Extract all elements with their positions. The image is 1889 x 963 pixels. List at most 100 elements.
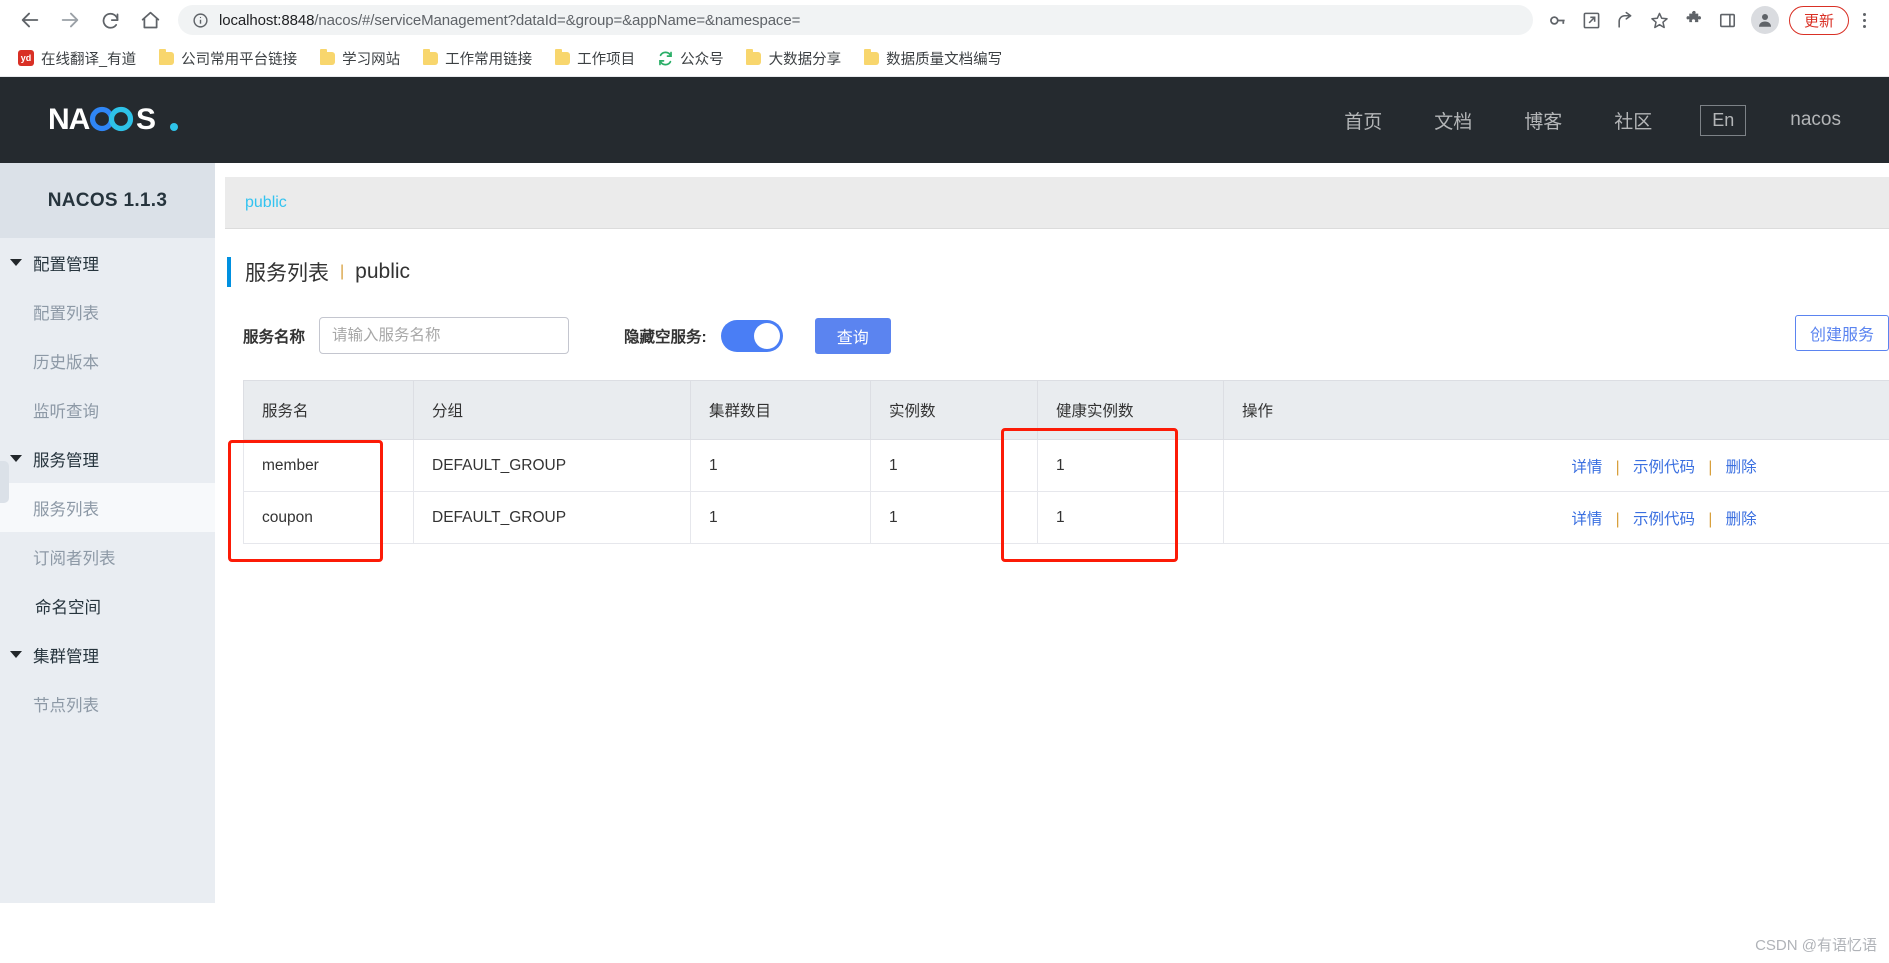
nav-item-community[interactable]: 社区 [1614,107,1652,134]
sidebar-item-config-list[interactable]: 配置列表 [0,287,215,336]
bookmark-star-icon[interactable] [1643,3,1677,37]
bookmark-item[interactable]: 工作常用链接 [414,45,540,72]
cell-healthy-instance-count: 1 [1037,491,1224,544]
svg-text:NA: NA [48,103,90,136]
chevron-down-icon [10,259,22,266]
sidebar-group-label: 服务管理 [33,451,99,470]
nav-item-blog[interactable]: 博客 [1524,107,1562,134]
nav-item-home[interactable]: 首页 [1344,107,1382,134]
bookmark-label: 在线翻译_有道 [41,51,137,68]
sidebar-collapse-handle[interactable] [0,461,9,503]
column-header-service-name: 服务名 [243,380,414,440]
cell-service-name: coupon [243,491,414,544]
bookmark-label: 大数据分享 [768,51,842,68]
cell-instance-count: 1 [870,491,1038,544]
cell-operations: 详情 | 示例代码 | 删除 [1223,439,1889,492]
table-row: member DEFAULT_GROUP 1 1 1 详情 | 示例代码 | 删… [243,439,1889,492]
column-header-instance-count: 实例数 [870,380,1038,440]
nacos-logo[interactable]: NA S [48,102,194,138]
sidebar-group-label: 命名空间 [35,598,101,617]
back-arrow-icon[interactable] [10,0,50,40]
bookmark-item[interactable]: 公司常用平台链接 [150,45,305,72]
language-switch-button[interactable]: En [1700,104,1747,136]
nacos-top-header: NA S 首页 文档 博客 社区 En nacos [0,77,1889,163]
site-info-icon[interactable] [192,12,209,29]
detail-link[interactable]: 详情 [1571,459,1602,476]
forward-arrow-icon[interactable] [50,0,90,40]
bookmark-item[interactable]: 工作项目 [546,45,643,72]
sidebar-item-label: 监听查询 [33,402,99,421]
cell-cluster-count: 1 [690,491,871,544]
sidebar-item-node-list[interactable]: 节点列表 [0,679,215,728]
sidebar-group-config-management[interactable]: 配置管理 [0,238,215,287]
query-button[interactable]: 查询 [814,317,891,354]
password-key-icon[interactable] [1541,3,1575,37]
bookmark-item[interactable]: yd 在线翻译_有道 [10,45,144,72]
namespace-tabbar: public [225,177,1889,229]
sidebar-item-label: 节点列表 [33,696,99,715]
main-content: public 服务列表 | public 服务名称 隐藏空服务: 查询 创建服务 [215,163,1889,903]
sample-code-link[interactable]: 示例代码 [1633,459,1695,476]
bookmarks-bar: yd 在线翻译_有道 公司常用平台链接 学习网站 工作常用链接 工作项目 公众号… [0,40,1889,77]
folder-icon [158,48,174,66]
title-accent-bar [227,257,231,287]
hide-empty-service-toggle[interactable] [720,319,783,352]
sidebar-item-subscriber-list[interactable]: 订阅者列表 [0,532,215,581]
column-header-healthy-instance-count: 健康实例数 [1037,380,1224,440]
side-panel-icon[interactable] [1711,3,1745,37]
reload-icon[interactable] [90,0,130,40]
bookmark-item[interactable]: 大数据分享 [738,45,850,72]
sidebar-item-label: 配置列表 [33,304,99,323]
app-body: NACOS 1.1.3 配置管理 配置列表 历史版本 监听查询 服务管理 服务列… [0,163,1889,903]
namespace-tab-public[interactable]: public [225,194,307,212]
sidebar-item-namespace[interactable]: 命名空间 [0,581,215,630]
sidebar-group-service-management[interactable]: 服务管理 [0,434,215,483]
sidebar-group-label: 配置管理 [33,255,99,274]
wechat-icon [657,50,673,66]
user-menu[interactable]: nacos [1790,109,1841,131]
bookmark-item[interactable]: 学习网站 [311,45,408,72]
sample-code-link[interactable]: 示例代码 [1633,511,1695,528]
detail-link[interactable]: 详情 [1571,511,1602,528]
open-external-icon[interactable] [1575,3,1609,37]
table-header-row: 服务名 分组 集群数目 实例数 健康实例数 操作 [243,380,1889,440]
top-nav: 首页 文档 博客 社区 En nacos [1318,104,1889,136]
share-icon[interactable] [1609,3,1643,37]
browser-toolbar: localhost:8848/nacos/#/serviceManagement… [0,0,1889,40]
avatar[interactable] [1750,6,1779,34]
action-separator: | [1615,510,1620,528]
title-separator: | [340,263,345,280]
update-button[interactable]: 更新 [1788,5,1849,35]
nav-item-docs[interactable]: 文档 [1434,107,1472,134]
cell-cluster-count: 1 [690,439,871,492]
folder-icon [746,48,762,66]
sidebar-item-listener-query[interactable]: 监听查询 [0,385,215,434]
page-title-namespace: public [355,260,411,283]
search-input[interactable] [319,317,570,354]
toggle-knob [753,322,780,349]
chevron-down-icon [10,455,22,462]
action-separator: | [1708,458,1713,476]
sidebar-version: NACOS 1.1.3 [0,163,215,238]
folder-icon [863,48,879,66]
browser-menu-icon[interactable] [1849,12,1879,28]
bookmark-item[interactable]: 公众号 [649,45,732,72]
create-service-button[interactable]: 创建服务 [1794,315,1889,351]
sidebar-item-history-versions[interactable]: 历史版本 [0,336,215,385]
sidebar-group-cluster-management[interactable]: 集群管理 [0,630,215,679]
sidebar-item-service-list[interactable]: 服务列表 [0,483,215,532]
svg-text:S: S [136,103,155,136]
home-icon[interactable] [130,0,170,40]
bookmark-item[interactable]: 数据质量文档编写 [855,45,1010,72]
cell-service-name: member [243,439,414,492]
address-bar[interactable]: localhost:8848/nacos/#/serviceManagement… [178,5,1533,35]
delete-link[interactable]: 删除 [1726,511,1757,528]
cell-instance-count: 1 [870,439,1038,492]
bookmark-label: 学习网站 [342,51,401,68]
bookmark-label: 公司常用平台链接 [181,51,298,68]
extensions-puzzle-icon[interactable] [1677,3,1711,37]
delete-link[interactable]: 删除 [1726,459,1757,476]
sidebar: NACOS 1.1.3 配置管理 配置列表 历史版本 监听查询 服务管理 服务列… [0,163,215,903]
action-separator: | [1615,458,1620,476]
service-name-label: 服务名称 [243,328,306,346]
